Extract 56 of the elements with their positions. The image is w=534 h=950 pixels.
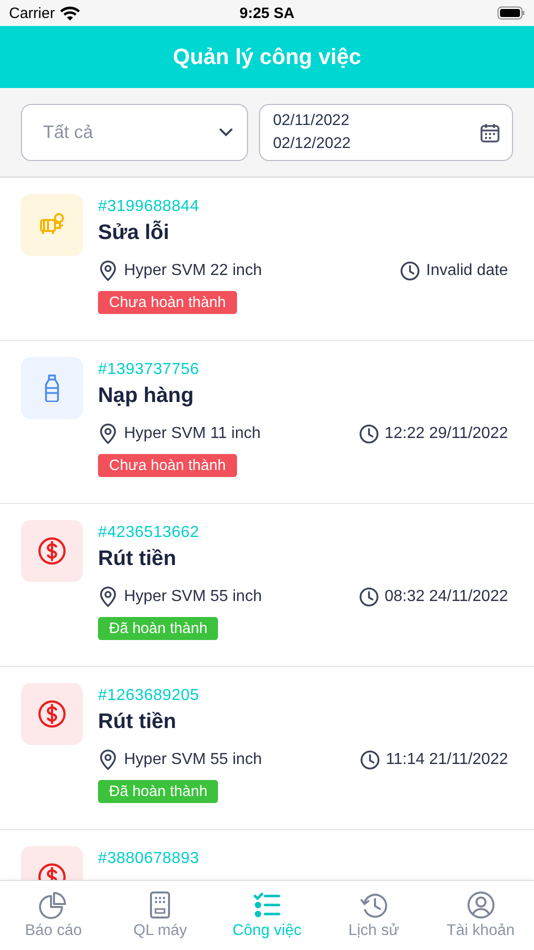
clock-icon — [400, 260, 420, 280]
machine-name: Hyper SVM 11 inch — [124, 424, 261, 442]
location-pin-icon — [98, 423, 118, 444]
location-pin-icon — [98, 260, 118, 281]
task-id: #1263689205 — [98, 687, 200, 705]
task-card[interactable]: #4236513662 Rút tiền Hyper SVM 55 inch 08:32 24/11/2022 Đã hoàn thành — [0, 504, 534, 667]
task-id: #1393737756 — [98, 361, 200, 379]
clock-icon — [360, 750, 380, 770]
tab-bar-item[interactable]: Tài khoản — [427, 881, 534, 950]
dollar-coin-icon — [38, 537, 66, 565]
carrier-name: Carrier — [9, 4, 55, 22]
task-card[interactable]: #1393737756 Nạp hàng Hyper SVM 11 inch 12:22 29/11/2022 Chưa hoàn thành — [0, 341, 534, 504]
location-pin-icon — [98, 586, 118, 607]
checklist-icon — [252, 891, 281, 919]
calendar-icon — [480, 122, 500, 142]
task-time: 12:22 29/11/2022 — [384, 424, 508, 442]
tab-bar-item[interactable]: Công việc — [214, 881, 320, 950]
clock-time: 9:25 SA — [239, 4, 295, 22]
clock-icon — [358, 424, 379, 444]
tab-bar-item[interactable]: Lịch sử — [320, 881, 428, 950]
start-date: 02/11/2022 — [273, 112, 350, 130]
status-badge: Đã hoàn thành — [98, 617, 218, 640]
task-title: Rút tiền — [98, 710, 178, 734]
chevron-down-icon — [219, 128, 233, 137]
pie-chart-icon — [39, 891, 68, 919]
tab-bar-item[interactable]: Báo cáo — [0, 881, 107, 950]
status-badge: Đã hoàn thành — [98, 780, 218, 803]
task-time: Invalid date — [426, 262, 508, 280]
wifi-icon — [60, 6, 80, 20]
status-badge: Chưa hoàn thành — [98, 454, 237, 477]
dollar-coin-icon — [38, 700, 66, 728]
user-circle-icon — [466, 891, 495, 919]
task-time: 08:32 24/11/2022 — [384, 588, 508, 606]
task-id: #3880678893 — [98, 850, 200, 868]
machine-name: Hyper SVM 55 inch — [124, 588, 262, 606]
task-card[interactable]: #3199688844 Sửa lỗi Hyper SVM 22 inch Invalid date Chưa hoàn thành — [0, 178, 534, 341]
machine-name: Hyper SVM 22 inch — [124, 262, 262, 280]
task-card[interactable]: #1263689205 Rút tiền Hyper SVM 55 inch 11:14 21/11/2022 Đã hoàn thành — [0, 667, 534, 830]
end-date: 02/12/2022 — [273, 135, 351, 153]
status-badge: Chưa hoàn thành — [98, 291, 237, 314]
task-id: #4236513662 — [98, 524, 200, 542]
machine-name: Hyper SVM 55 inch — [124, 750, 262, 768]
screen-title: Quản lý công việc — [172, 44, 362, 70]
location-pin-icon — [98, 749, 118, 770]
date-range-field[interactable]: 02/11/2022 02/12/2022 — [259, 104, 513, 161]
task-time: 11:14 21/11/2022 — [386, 750, 508, 768]
history-icon — [360, 891, 388, 919]
task-title: Nạp hàng — [98, 384, 195, 408]
type-dropdown[interactable]: Tất cả — [21, 104, 248, 161]
battery-icon — [497, 6, 526, 20]
task-title: Sửa lỗi — [98, 221, 170, 245]
tab-bar-item[interactable]: QL máy — [106, 881, 214, 950]
clock-icon — [358, 586, 379, 606]
task-id: #3199688844 — [98, 198, 200, 216]
task-title: Rút tiền — [98, 547, 178, 571]
dropdown-placeholder: Tất cả — [43, 122, 94, 143]
